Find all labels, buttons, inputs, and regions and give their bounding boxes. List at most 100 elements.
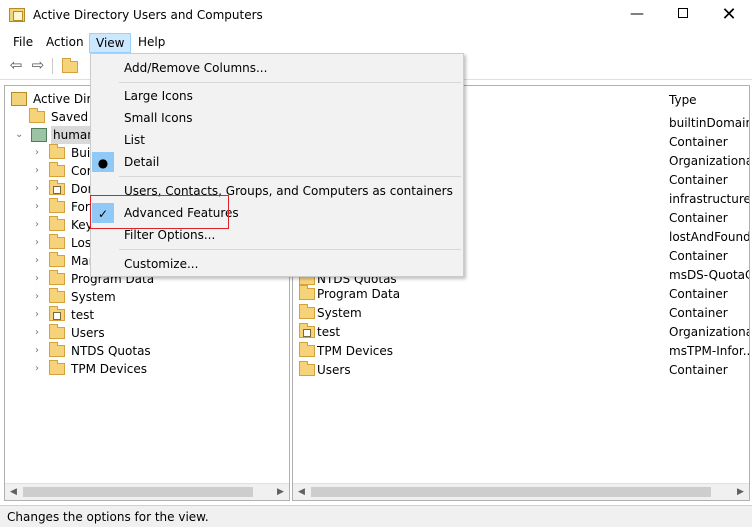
folder-icon — [299, 342, 315, 357]
expand-icon[interactable]: › — [35, 252, 45, 270]
menu-file[interactable]: File — [7, 33, 39, 53]
list-horizontal-scrollbar[interactable]: ◀ ▶ — [293, 483, 749, 500]
ou-folder-icon — [49, 306, 65, 321]
expand-icon[interactable]: › — [35, 306, 45, 324]
type-cell: Container — [669, 306, 728, 320]
menu-view[interactable]: View — [89, 33, 132, 53]
type-cell: Container — [669, 135, 728, 149]
menu-customize[interactable]: Customize... — [91, 253, 463, 275]
list-row[interactable]: TPM Devices — [299, 342, 499, 361]
expand-icon[interactable]: › — [35, 144, 45, 162]
toolbar-separator — [52, 58, 53, 74]
list-row[interactable]: Users — [299, 361, 499, 380]
maximize-icon — [678, 8, 688, 18]
expand-icon[interactable]: › — [35, 216, 45, 234]
highlight-annotation-box — [90, 195, 229, 229]
folder-icon — [49, 162, 65, 177]
scroll-left-icon[interactable]: ◀ — [293, 484, 310, 500]
menu-help[interactable]: Help — [132, 33, 171, 53]
status-bar: Changes the options for the view. — [0, 505, 752, 527]
expand-icon[interactable]: › — [35, 270, 45, 288]
menu-item-label: Add/Remove Columns... — [124, 61, 268, 75]
menu-item-label: Large Icons — [124, 89, 193, 103]
expand-icon[interactable]: › — [35, 288, 45, 306]
folder-icon — [29, 108, 45, 123]
tree-item-label: TPM Devices — [71, 362, 148, 376]
name-cell: test — [317, 325, 341, 339]
menu-item-label: Detail — [124, 155, 160, 169]
name-cell: System — [317, 306, 362, 320]
menu-large-icons[interactable]: Large Icons — [91, 85, 463, 107]
name-cell: Program Data — [317, 287, 401, 301]
folder-icon — [49, 144, 65, 159]
scroll-right-icon[interactable]: ▶ — [732, 484, 749, 500]
expand-icon[interactable]: › — [35, 360, 45, 378]
menu-item-label: List — [124, 133, 145, 147]
folder-icon — [49, 198, 65, 213]
active-directory-icon — [9, 8, 25, 22]
scroll-left-icon[interactable]: ◀ — [5, 484, 22, 500]
type-cell: Container — [669, 211, 728, 225]
back-button[interactable]: ⇦ — [6, 57, 26, 75]
column-header-type[interactable]: Type — [669, 86, 749, 114]
tree-item-label: System — [71, 290, 116, 304]
name-cell: TPM Devices — [317, 344, 394, 358]
expand-icon[interactable]: › — [35, 180, 45, 198]
type-cell: lostAndFound — [669, 230, 750, 244]
up-folder-button[interactable] — [60, 57, 80, 75]
expand-icon[interactable]: › — [35, 198, 45, 216]
folder-icon — [49, 216, 65, 231]
folder-icon — [49, 288, 65, 303]
folder-icon — [49, 270, 65, 285]
menu-add-remove-columns[interactable]: Add/Remove Columns... — [91, 57, 463, 79]
type-cell: Organizational... — [669, 325, 749, 339]
tree-item-label: Users — [71, 326, 105, 340]
type-cell: msDS-QuotaC... — [669, 268, 749, 282]
expand-icon[interactable]: › — [35, 162, 45, 180]
menu-item-label: Customize... — [124, 257, 199, 271]
expand-icon[interactable]: › — [35, 324, 45, 342]
type-cell: Container — [669, 249, 728, 263]
forward-button[interactable]: ⇨ — [28, 57, 48, 75]
expand-icon[interactable]: › — [35, 234, 45, 252]
menu-separator — [119, 176, 461, 177]
scroll-thumb[interactable] — [23, 487, 253, 497]
ou-folder-icon — [49, 180, 65, 195]
tree-item-label: NTDS Quotas — [71, 344, 151, 358]
tree-item-label: test — [71, 308, 95, 322]
type-cell: builtinDomain — [669, 116, 750, 130]
type-cell: msTPM-Infor... — [669, 344, 750, 358]
minimize-button[interactable]: — — [614, 0, 660, 31]
expand-icon[interactable]: › — [35, 342, 45, 360]
menu-list[interactable]: List — [91, 129, 463, 151]
type-cell: Container — [669, 173, 728, 187]
type-cell: Organizational... — [669, 154, 749, 168]
folder-icon — [49, 342, 65, 357]
folder-icon — [299, 285, 315, 300]
menu-action[interactable]: Action — [40, 33, 90, 53]
type-cell: Container — [669, 363, 728, 377]
collapse-icon[interactable]: ⌄ — [15, 126, 25, 144]
status-text: Changes the options for the view. — [7, 510, 209, 524]
directory-icon — [11, 92, 27, 106]
folder-icon — [299, 361, 315, 376]
list-row[interactable]: Program Data — [299, 285, 499, 304]
folder-icon — [299, 304, 315, 319]
menu-separator — [119, 249, 461, 250]
type-cell: Container — [669, 287, 728, 301]
menu-small-icons[interactable]: Small Icons — [91, 107, 463, 129]
menu-separator — [119, 82, 461, 83]
name-cell: Users — [317, 363, 351, 377]
maximize-button[interactable] — [660, 0, 706, 31]
list-row[interactable]: test — [299, 323, 499, 342]
close-button[interactable]: ✕ — [706, 0, 752, 31]
up-folder-icon — [62, 58, 78, 73]
menu-detail[interactable]: ● Detail — [91, 151, 463, 173]
menu-bar: File Action View Help — [0, 31, 752, 53]
type-cell: infrastructureU... — [669, 192, 749, 206]
folder-icon — [49, 252, 65, 267]
scroll-right-icon[interactable]: ▶ — [272, 484, 289, 500]
scroll-thumb[interactable] — [311, 487, 711, 497]
tree-horizontal-scrollbar[interactable]: ◀ ▶ — [5, 483, 289, 500]
list-row[interactable]: System — [299, 304, 499, 323]
